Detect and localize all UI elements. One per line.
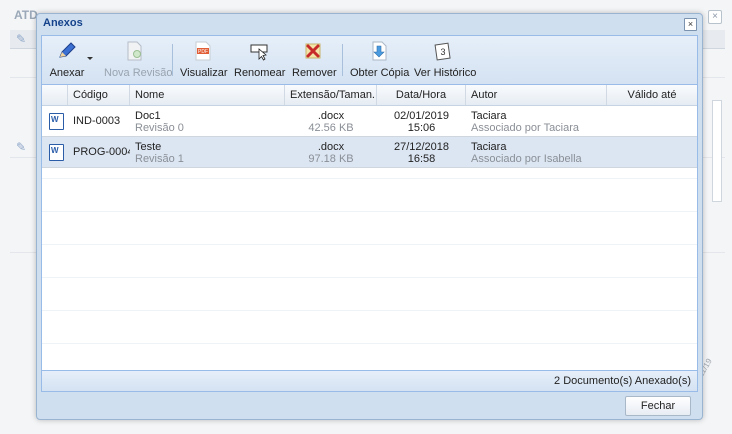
toolbar-separator — [172, 44, 173, 76]
dialog-close-icon[interactable]: × — [684, 18, 697, 31]
cell-valido-ate — [607, 137, 697, 167]
attach-dropdown-arrow-icon[interactable] — [87, 57, 93, 60]
cell-nome: Teste Revisão 1 — [130, 137, 285, 167]
background-side-panel — [712, 100, 722, 202]
row-doc-cell — [42, 137, 68, 167]
cell-nome-revision: Revisão 1 — [135, 153, 184, 165]
grid-faint-line — [42, 211, 697, 212]
new-revision-icon — [127, 41, 142, 61]
download-copy-icon — [372, 41, 387, 61]
cell-codigo: IND-0003 — [73, 115, 121, 127]
background-close-icon[interactable]: × — [708, 10, 722, 24]
cell-data-hora: 02/01/2019 15:06 — [377, 106, 466, 136]
rename-icon — [250, 44, 268, 61]
column-header-valido-ate[interactable]: Válido até — [607, 85, 697, 105]
table-row-selected[interactable]: PROG-0004 Teste Revisão 1 .docx 97.18 KB… — [42, 137, 697, 168]
attachment-count-text: 2 Documento(s) Anexado(s) — [554, 375, 691, 387]
status-bar: 2 Documento(s) Anexado(s) — [42, 370, 697, 391]
svg-text:PDF: PDF — [198, 49, 208, 55]
cell-nome-title: Doc1 — [135, 110, 161, 122]
cell-nome-revision: Revisão 0 — [135, 122, 184, 134]
history-icon: 3 — [434, 42, 451, 61]
background-pencil-icon: ✎ — [16, 32, 27, 46]
column-icon — [42, 85, 68, 105]
remove-button[interactable]: Remover — [292, 38, 337, 82]
cell-size: 42.56 KB — [308, 122, 354, 134]
cell-author: Taciara — [471, 110, 507, 122]
close-button[interactable]: Fechar — [625, 396, 691, 416]
cell-autor: Taciara Associado por Isabella — [466, 137, 607, 167]
table-row[interactable]: IND-0003 Doc1 Revisão 0 .docx 42.56 KB 0… — [42, 106, 697, 137]
word-document-icon — [49, 113, 64, 130]
cell-extensao: .docx 42.56 KB — [285, 106, 377, 136]
column-header-autor[interactable]: Autor — [466, 85, 607, 105]
cell-nome-title: Teste — [135, 141, 162, 153]
dialog-header[interactable]: Anexos × — [37, 14, 702, 34]
pdf-view-icon: PDF — [195, 41, 211, 61]
pencil-icon — [59, 42, 76, 58]
column-header-nome[interactable]: Nome — [130, 85, 285, 105]
grid-faint-line — [42, 178, 697, 179]
cell-associated-by: Associado por Taciara — [471, 122, 580, 134]
cell-associated-by: Associado por Isabella — [471, 153, 582, 165]
grid-faint-line — [42, 277, 697, 278]
attach-button[interactable]: Anexar — [48, 38, 86, 82]
cell-size: 97.18 KB — [308, 153, 354, 165]
cell-extensao: .docx 97.18 KB — [285, 137, 377, 167]
cell-nome: Doc1 Revisão 0 — [130, 106, 285, 136]
rename-label: Renomear — [234, 67, 286, 79]
view-history-label: Ver Histórico — [414, 67, 477, 79]
row-doc-cell — [42, 106, 68, 136]
cell-data-hora: 27/12/2018 16:58 — [377, 137, 466, 167]
column-header-extensao[interactable]: Extensão/Taman... — [285, 85, 377, 105]
background-title: ATD — [14, 8, 38, 22]
grid-faint-line — [42, 244, 697, 245]
column-header-data-hora[interactable]: Data/Hora — [377, 85, 466, 105]
cell-date: 02/01/2019 — [393, 110, 450, 122]
word-document-icon — [49, 144, 64, 161]
new-revision-button[interactable]: Nova Revisão — [104, 38, 173, 82]
cell-codigo: PROG-0004 — [73, 146, 130, 158]
dialog-title: Anexos — [43, 17, 83, 29]
empty-grid-area — [42, 166, 697, 361]
cell-time: 15:06 — [407, 122, 436, 134]
rename-button[interactable]: Renomear — [234, 38, 286, 82]
cell-valido-ate — [607, 106, 697, 136]
cell-extension: .docx — [317, 141, 345, 153]
cell-extension: .docx — [317, 110, 345, 122]
cell-date: 27/12/2018 — [393, 141, 450, 153]
grid-header: Código Nome Extensão/Taman... Data/Hora … — [42, 85, 697, 106]
new-revision-label: Nova Revisão — [104, 67, 173, 79]
view-label: Visualizar — [180, 67, 228, 79]
toolbar: Anexar Nova Revisão PDF Visualizar Renom… — [42, 36, 697, 85]
get-copy-label: Obter Cópia — [350, 67, 410, 79]
remove-x-icon — [305, 43, 321, 59]
attachments-panel: Anexar Nova Revisão PDF Visualizar Renom… — [41, 35, 698, 392]
column-header-codigo[interactable]: Código — [68, 85, 130, 105]
cell-time: 16:58 — [407, 153, 436, 165]
attachments-dialog: Anexos × Anexar Nova Revisão PDF Visuali… — [36, 13, 703, 420]
attach-label: Anexar — [49, 67, 85, 79]
remove-label: Remover — [292, 67, 337, 79]
grid-faint-line — [42, 343, 697, 344]
view-button[interactable]: PDF Visualizar — [180, 38, 228, 82]
grid-faint-line — [42, 310, 697, 311]
view-history-button[interactable]: 3 Ver Histórico — [414, 38, 477, 82]
svg-text:3: 3 — [440, 47, 445, 57]
cell-autor: Taciara Associado por Taciara — [466, 106, 607, 136]
cell-author: Taciara — [471, 141, 507, 153]
toolbar-separator — [342, 44, 343, 76]
get-copy-button[interactable]: Obter Cópia — [350, 38, 410, 82]
